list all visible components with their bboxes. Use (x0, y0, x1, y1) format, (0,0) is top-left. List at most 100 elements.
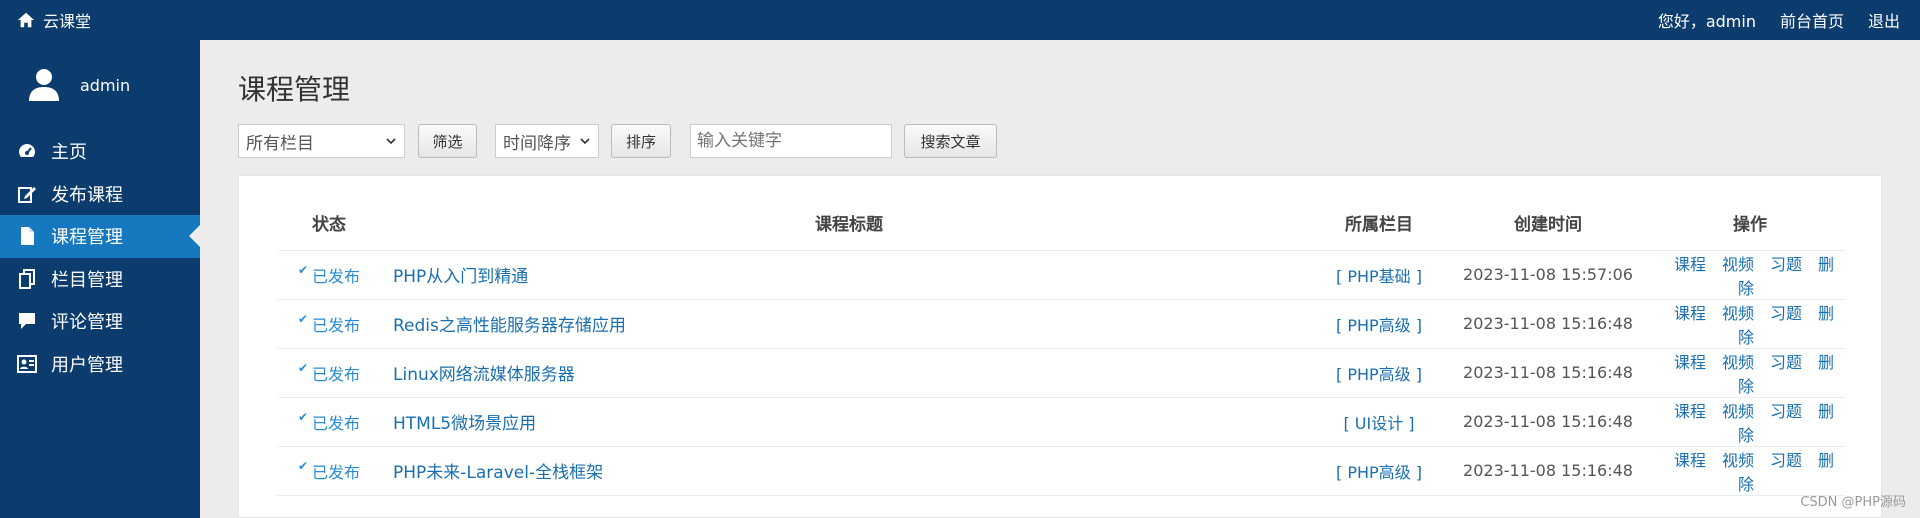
status-cell: ✔ 已发布 (277, 250, 381, 300)
table-row: ✔ 已发布 PHP未来-Laravel-全栈框架 [ PHP高级 ] 2023-1… (277, 446, 1845, 496)
category-select[interactable]: 所有栏目 (238, 124, 405, 158)
exercise-action-link[interactable]: 习题 (1770, 304, 1802, 323)
category-link[interactable]: [ PHP高级 ] (1317, 299, 1441, 349)
sidebar-item-user-manage[interactable]: 用户管理 (0, 343, 200, 386)
sidebar-item-label: 课程管理 (51, 227, 123, 249)
sidebar-menu: 主页 发布课程 课程管理 栏目管理 评论管理 用户管理 (0, 130, 200, 385)
table-row: ✔ 已发布 PHP从入门到精通 [ PHP基础 ] 2023-11-08 15:5… (277, 250, 1845, 300)
header-actions: 操作 (1655, 196, 1845, 251)
sidebar-item-label: 评论管理 (51, 312, 123, 334)
exercise-action-link[interactable]: 习题 (1770, 255, 1802, 274)
search-button[interactable]: 搜索文章 (904, 124, 997, 158)
top-nav: 您好，admin 前台首页 退出 (1658, 8, 1900, 32)
copy-icon (19, 268, 35, 289)
table-row: ✔ 已发布 Linux网络流媒体服务器 [ PHP高级 ] 2023-11-08 … (277, 348, 1845, 398)
video-action-link[interactable]: 视频 (1722, 304, 1754, 323)
brand[interactable]: 云课堂 (17, 8, 91, 32)
top-bar: 云课堂 您好，admin 前台首页 退出 (0, 0, 1920, 40)
check-icon: ✔ (297, 311, 309, 326)
user-profile: admin (0, 40, 200, 130)
sidebar-item-label: 发布课程 (51, 184, 123, 206)
course-action-link[interactable]: 课程 (1674, 353, 1706, 372)
watermark: CSDN @PHP源码 (1800, 495, 1906, 510)
course-title-link[interactable]: Redis之高性能服务器存储应用 (381, 299, 1317, 349)
created-time: 2023-11-08 15:57:06 (1441, 250, 1655, 300)
user-card-icon (17, 354, 37, 373)
header-title: 课程标题 (381, 196, 1317, 251)
course-title-link[interactable]: Linux网络流媒体服务器 (381, 348, 1317, 398)
sidebar: admin 主页 发布课程 课程管理 栏目管理 评论管理 用户管理 (0, 40, 200, 518)
sidebar-item-label: 主页 (51, 142, 87, 164)
home-icon (17, 12, 35, 28)
video-action-link[interactable]: 视频 (1722, 255, 1754, 274)
check-icon: ✔ (297, 360, 309, 375)
status-text: 已发布 (312, 413, 361, 433)
status-cell: ✔ 已发布 (277, 397, 381, 447)
sidebar-username: admin (80, 75, 131, 95)
header-status: 状态 (277, 196, 381, 251)
logout-link[interactable]: 退出 (1868, 8, 1900, 32)
sidebar-item-label: 用户管理 (51, 354, 123, 376)
header-category: 所属栏目 (1317, 196, 1441, 251)
greeting-text: 您好，admin (1657, 12, 1756, 31)
filter-bar: 所有栏目 筛选 时间降序 排序 搜索文章 (238, 124, 997, 158)
course-action-link[interactable]: 课程 (1674, 304, 1706, 323)
dashboard-icon (19, 144, 35, 158)
actions-cell: 课程 视频 习题 删除 (1655, 250, 1845, 300)
category-link[interactable]: [ PHP高级 ] (1317, 348, 1441, 398)
comment-icon (19, 313, 35, 330)
category-link[interactable]: [ UI设计 ] (1317, 397, 1441, 447)
document-icon (21, 227, 34, 246)
category-select-value: 所有栏目 (246, 133, 314, 154)
check-icon: ✔ (297, 262, 309, 277)
filter-button[interactable]: 筛选 (418, 124, 477, 158)
video-action-link[interactable]: 视频 (1722, 451, 1754, 470)
category-link[interactable]: [ PHP基础 ] (1317, 250, 1441, 300)
status-text: 已发布 (312, 315, 361, 335)
table-row: ✔ 已发布 HTML5微场景应用 [ UI设计 ] 2023-11-08 15:1… (277, 397, 1845, 447)
sort-button[interactable]: 排序 (611, 124, 671, 158)
created-time: 2023-11-08 15:16:48 (1441, 397, 1655, 447)
table-row: ✔ 已发布 Redis之高性能服务器存储应用 [ PHP高级 ] 2023-11-… (277, 299, 1845, 349)
course-title-link[interactable]: HTML5微场景应用 (381, 397, 1317, 447)
sidebar-item-course-manage[interactable]: 课程管理 (0, 215, 200, 258)
sort-select-value: 时间降序 (503, 133, 571, 154)
course-action-link[interactable]: 课程 (1674, 255, 1706, 274)
status-cell: ✔ 已发布 (277, 446, 381, 496)
created-time: 2023-11-08 15:16:48 (1441, 299, 1655, 349)
check-icon: ✔ (297, 458, 309, 473)
course-action-link[interactable]: 课程 (1674, 402, 1706, 421)
edit-icon (18, 186, 36, 203)
actions-cell: 课程 视频 习题 删除 (1655, 299, 1845, 349)
sort-select[interactable]: 时间降序 (495, 124, 599, 158)
sidebar-item-category-manage[interactable]: 栏目管理 (0, 258, 200, 301)
sidebar-item-publish[interactable]: 发布课程 (0, 173, 200, 216)
chevron-down-icon (580, 138, 590, 145)
course-table: 状态 课程标题 所属栏目 创建时间 操作 ✔ 已发布 PHP从入门到精通 [ PH… (277, 196, 1845, 496)
category-link[interactable]: [ PHP高级 ] (1317, 446, 1441, 496)
user-avatar-icon (29, 69, 59, 101)
created-time: 2023-11-08 15:16:48 (1441, 348, 1655, 398)
video-action-link[interactable]: 视频 (1722, 402, 1754, 421)
actions-cell: 课程 视频 习题 删除 (1655, 397, 1845, 447)
course-action-link[interactable]: 课程 (1674, 451, 1706, 470)
course-table-panel: 状态 课程标题 所属栏目 创建时间 操作 ✔ 已发布 PHP从入门到精通 [ PH… (238, 175, 1882, 518)
exercise-action-link[interactable]: 习题 (1770, 402, 1802, 421)
page-title: 课程管理 (238, 73, 351, 106)
exercise-action-link[interactable]: 习题 (1770, 451, 1802, 470)
status-cell: ✔ 已发布 (277, 348, 381, 398)
home-link[interactable]: 前台首页 (1780, 8, 1844, 32)
actions-cell: 课程 视频 习题 删除 (1655, 446, 1845, 496)
sidebar-item-home[interactable]: 主页 (0, 130, 200, 173)
brand-name: 云课堂 (43, 12, 92, 31)
search-input[interactable] (690, 124, 892, 158)
course-title-link[interactable]: PHP未来-Laravel-全栈框架 (381, 446, 1317, 496)
video-action-link[interactable]: 视频 (1722, 353, 1754, 372)
header-created-time: 创建时间 (1441, 196, 1655, 251)
sidebar-item-comment-manage[interactable]: 评论管理 (0, 300, 200, 343)
status-text: 已发布 (312, 266, 361, 286)
created-time: 2023-11-08 15:16:48 (1441, 446, 1655, 496)
course-title-link[interactable]: PHP从入门到精通 (381, 250, 1317, 300)
status-cell: ✔ 已发布 (277, 299, 381, 349)
exercise-action-link[interactable]: 习题 (1770, 353, 1802, 372)
